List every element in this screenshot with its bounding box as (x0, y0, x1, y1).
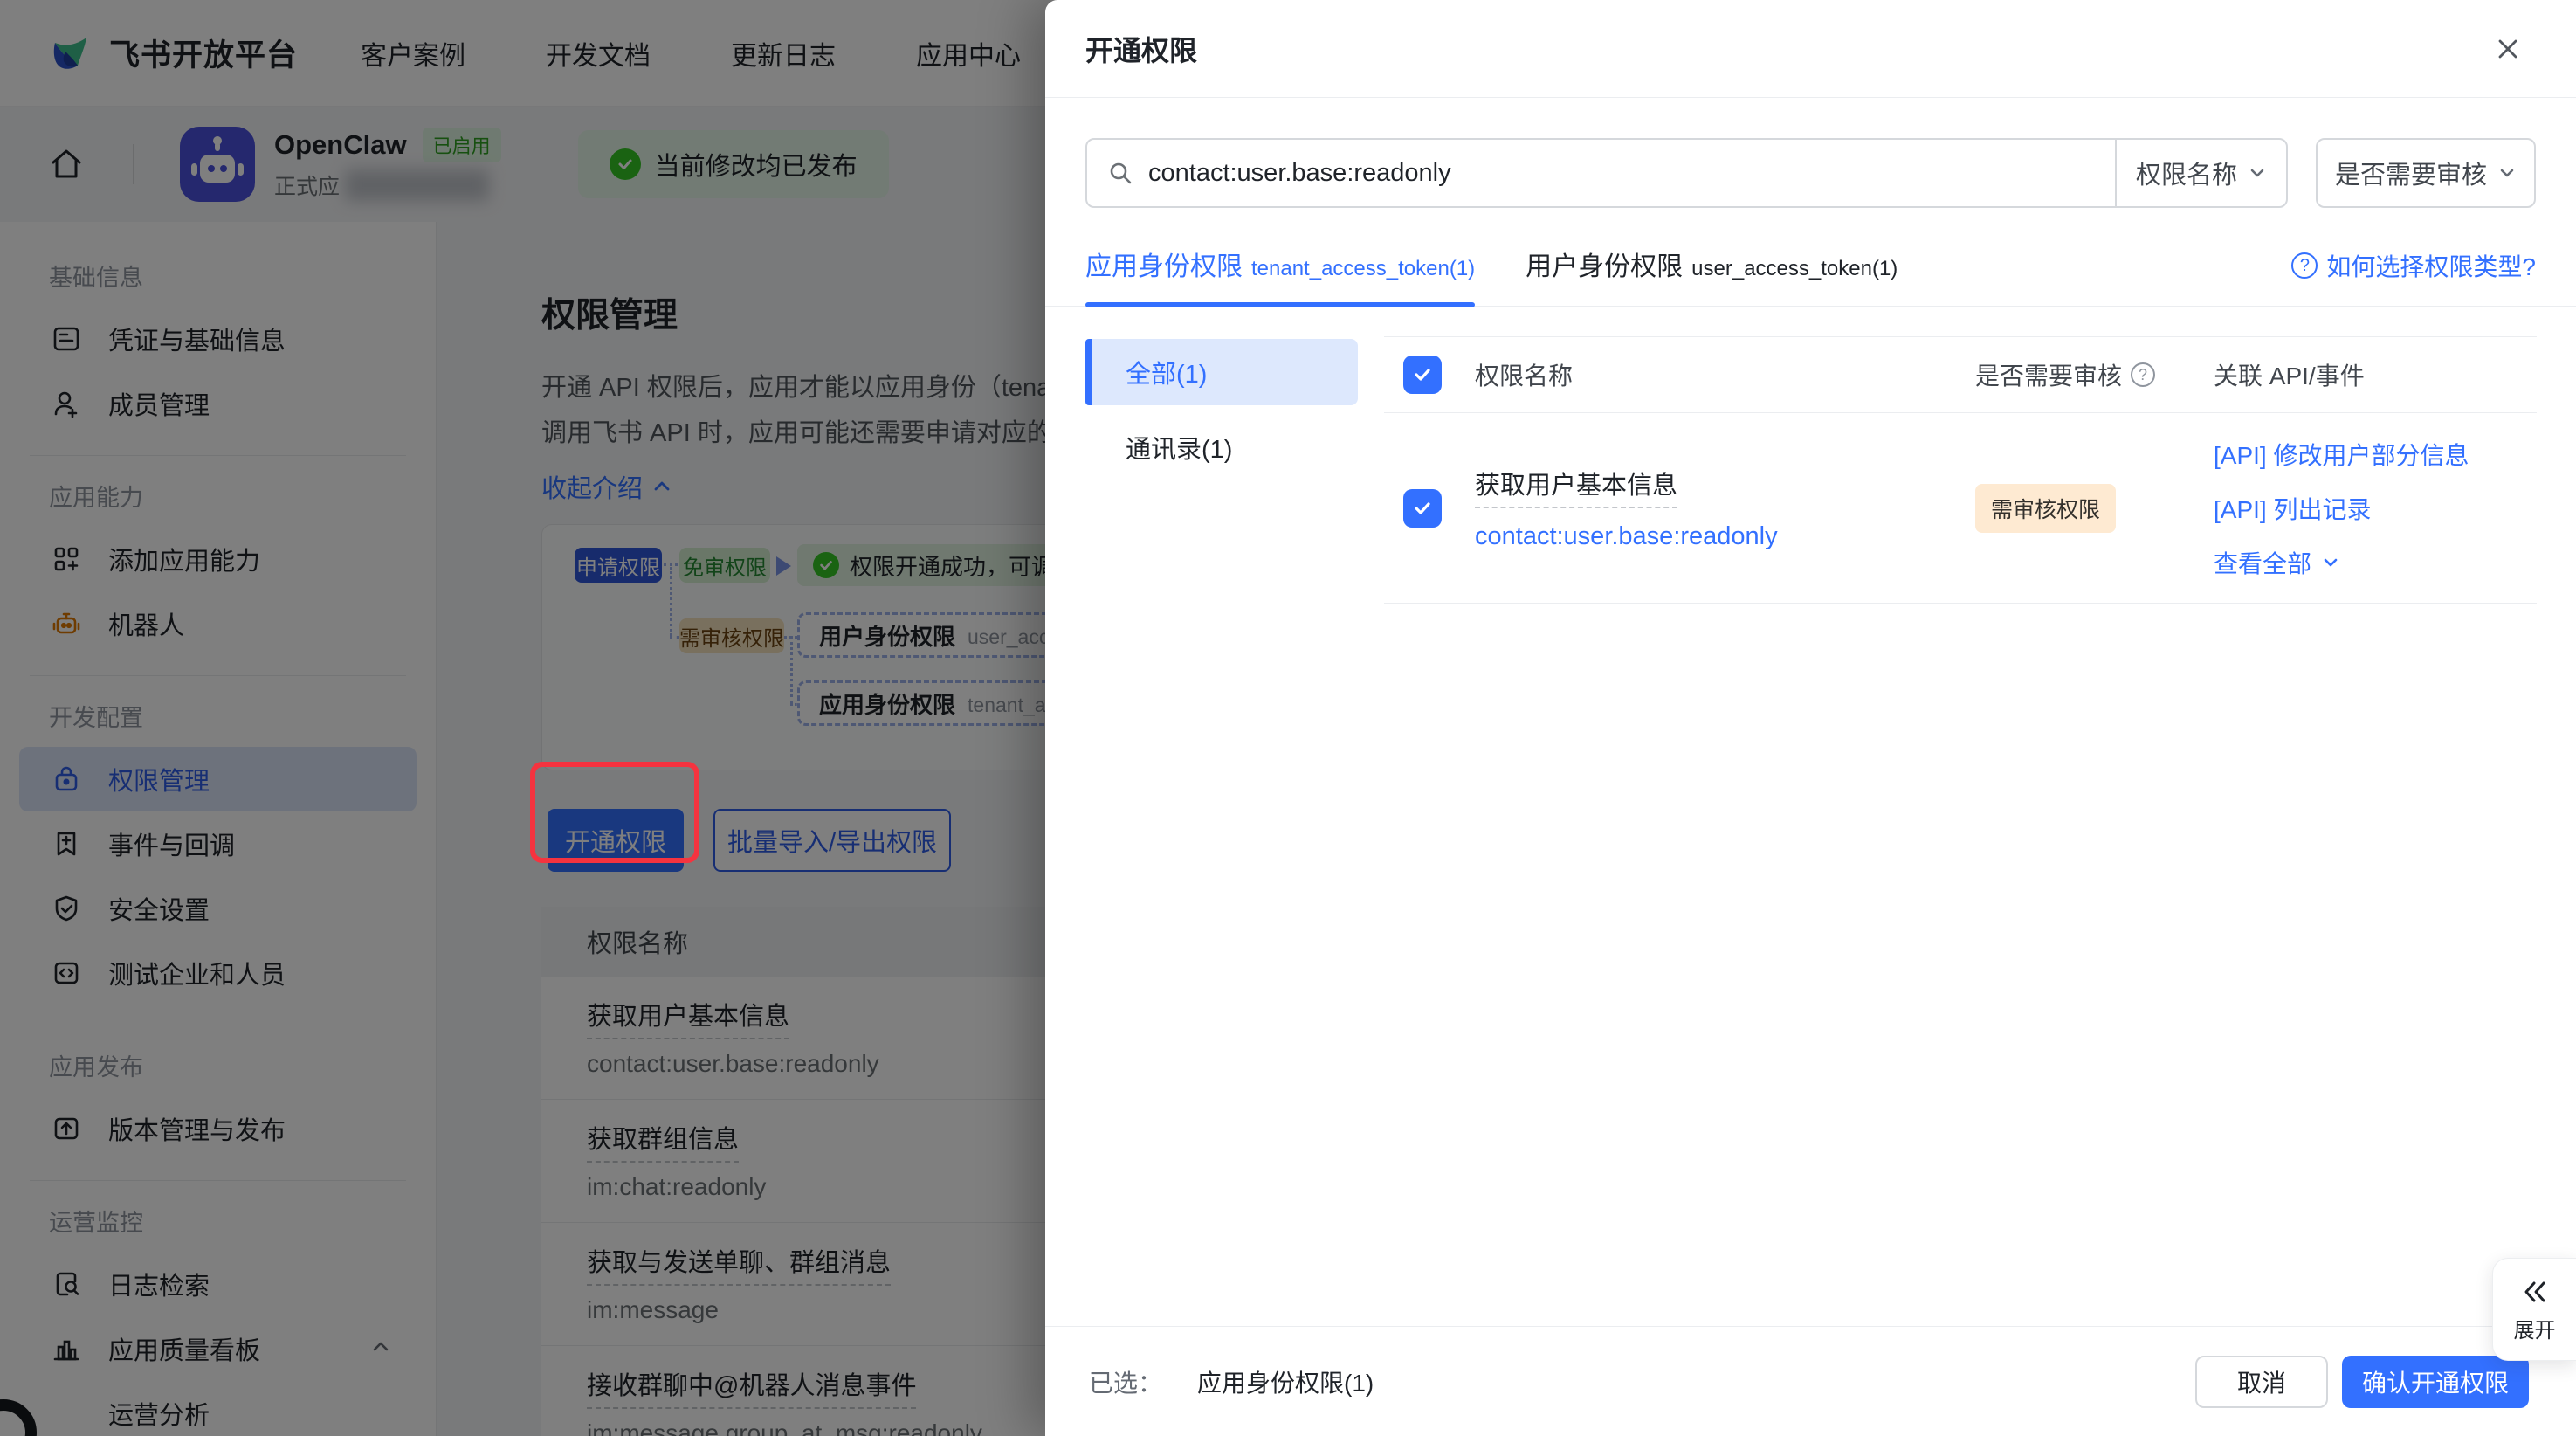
cancel-button[interactable]: 取消 (2195, 1355, 2328, 1408)
row-checkbox[interactable] (1403, 488, 1442, 528)
search-icon (1106, 159, 1134, 187)
permission-row: 获取用户基本信息 contact:user.base:readonly 需审核权… (1384, 413, 2537, 604)
open-permission-modal: 开通权限 权限名称 是否需要审核 (1045, 0, 2576, 1436)
select-all-checkbox[interactable] (1403, 356, 1442, 394)
category-list: 全部(1) 通讯录(1) (1085, 339, 1358, 480)
permission-type-tabs: 应用身份权限 tenant_access_token(1) 用户身份权限 use… (1045, 245, 2576, 307)
permission-cell: 获取用户基本信息 contact:user.base:readonly (1475, 465, 1975, 551)
expand-label: 展开 (2513, 1318, 2556, 1343)
expand-panel-button[interactable]: 展开 (2492, 1258, 2576, 1361)
modal-toolbar: 权限名称 是否需要审核 (1085, 138, 2536, 208)
chevron-down-icon (2248, 163, 2267, 183)
confirm-open-permission-button[interactable]: 确认开通权限 (2342, 1355, 2529, 1408)
chevron-down-icon (2497, 163, 2517, 183)
chevron-down-icon (2324, 558, 2338, 566)
view-all-link[interactable]: 查看全部 (2214, 545, 2537, 580)
how-to-choose-link[interactable]: ? 如何选择权限类型? (2291, 248, 2536, 283)
close-icon[interactable] (2489, 30, 2527, 68)
question-circle-icon[interactable]: ? (2131, 362, 2156, 387)
search-field-select[interactable]: 权限名称 (2115, 140, 2286, 206)
tab-tenant-token[interactable]: 应用身份权限 tenant_access_token(1) (1085, 245, 1476, 307)
permission-table: 权限名称 是否需要审核 ? 关联 API/事件 获取用户基本信息 contact… (1384, 336, 2537, 604)
selected-label: 已选： (1089, 1369, 1163, 1397)
modal-body: 全部(1) 通讯录(1) 权限名称 是否需要审核 ? 关联 API/事件 获取用… (1045, 336, 2576, 1326)
selected-value: 应用身份权限(1) (1197, 1369, 1374, 1397)
modal-footer: 已选： 应用身份权限(1) 取消 确认开通权限 (1045, 1326, 2576, 1436)
column-permission-name: 权限名称 (1475, 362, 1574, 390)
modal-header: 开通权限 (1045, 0, 2576, 98)
modal-title: 开通权限 (1085, 34, 1198, 66)
api-cell: [API] 修改用户部分信息 [API] 列出记录 查看全部 (2214, 437, 2537, 580)
api-link-update-user[interactable]: [API] 修改用户部分信息 (2214, 437, 2537, 472)
search-box: 权限名称 (1085, 138, 2288, 208)
double-chevron-left-icon (2524, 1281, 2545, 1301)
api-link-list-records[interactable]: [API] 列出记录 (2214, 491, 2537, 526)
column-review-required: 是否需要审核 ? (1975, 357, 2214, 392)
category-all[interactable]: 全部(1) (1085, 339, 1358, 405)
permission-table-header: 权限名称 是否需要审核 ? 关联 API/事件 (1384, 336, 2537, 413)
category-contacts[interactable]: 通讯录(1) (1085, 414, 1358, 480)
page: 飞书开放平台 客户案例 开发文档 更新日志 应用中心 开发者社区 (0, 0, 2576, 1436)
search-input[interactable] (1148, 158, 2115, 188)
review-cell: 需审核权限 (1975, 483, 2214, 533)
permission-scope[interactable]: contact:user.base:readonly (1475, 522, 1975, 551)
review-filter-select[interactable]: 是否需要审核 (2316, 138, 2536, 208)
question-circle-icon: ? (2291, 252, 2318, 279)
annotation-highlight-box (530, 762, 699, 863)
column-related-api: 关联 API/事件 (2214, 362, 2365, 390)
review-badge: 需审核权限 (1975, 483, 2117, 533)
tab-user-token[interactable]: 用户身份权限 user_access_token(1) (1526, 245, 1898, 306)
permission-name[interactable]: 获取用户基本信息 (1475, 465, 1678, 508)
